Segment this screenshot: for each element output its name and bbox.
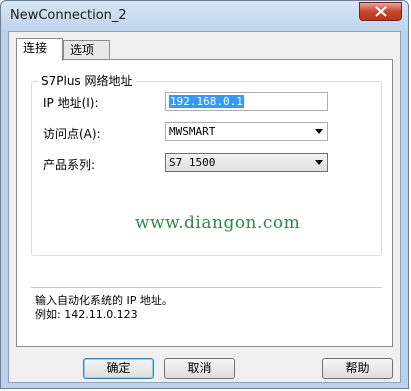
tab-options[interactable]: 选项: [63, 40, 110, 60]
window-title: NewConnection_2: [10, 8, 127, 23]
tab-connection[interactable]: 连接: [16, 38, 63, 61]
ip-address-value: 192.168.0.1: [169, 95, 244, 108]
cancel-button[interactable]: 取消: [164, 358, 235, 379]
chevron-down-icon: [315, 160, 323, 165]
product-series-value: S7 1500: [169, 156, 216, 169]
access-point-select[interactable]: MWSMART: [165, 122, 328, 141]
tab-panel-connection: S7Plus 网络地址 IP 地址(I): 192.168.0.1 访问点(A)…: [16, 59, 393, 347]
product-series-label: 产品系列:: [43, 158, 96, 172]
hint-area: 输入自动化系统的 IP 地址。 例如: 142.11.0.123: [31, 287, 382, 330]
access-point-value: MWSMART: [169, 125, 216, 138]
title-bar[interactable]: NewConnection_2: [1, 1, 408, 31]
close-button[interactable]: [359, 2, 402, 21]
chevron-down-icon: [315, 129, 323, 134]
group-title: S7Plus 网络地址: [39, 74, 135, 88]
ok-button[interactable]: 确定: [83, 358, 154, 379]
hint-line-2: 例如: 142.11.0.123: [35, 308, 138, 321]
product-series-select[interactable]: S7 1500: [165, 153, 328, 172]
access-point-label: 访问点(A):: [43, 127, 101, 141]
close-icon: [375, 6, 387, 17]
watermark-text: www.diangon.com: [135, 213, 301, 233]
dialog-client: 连接 选项 S7Plus 网络地址 IP 地址(I): 192.168.0.1 …: [8, 31, 401, 383]
ip-address-field[interactable]: 192.168.0.1: [165, 92, 328, 111]
dialog-window: NewConnection_2 连接 选项 S7Plus 网络地址 IP 地址(…: [0, 0, 409, 389]
help-button[interactable]: 帮助: [322, 358, 393, 379]
ip-address-label: IP 地址(I):: [43, 96, 99, 110]
